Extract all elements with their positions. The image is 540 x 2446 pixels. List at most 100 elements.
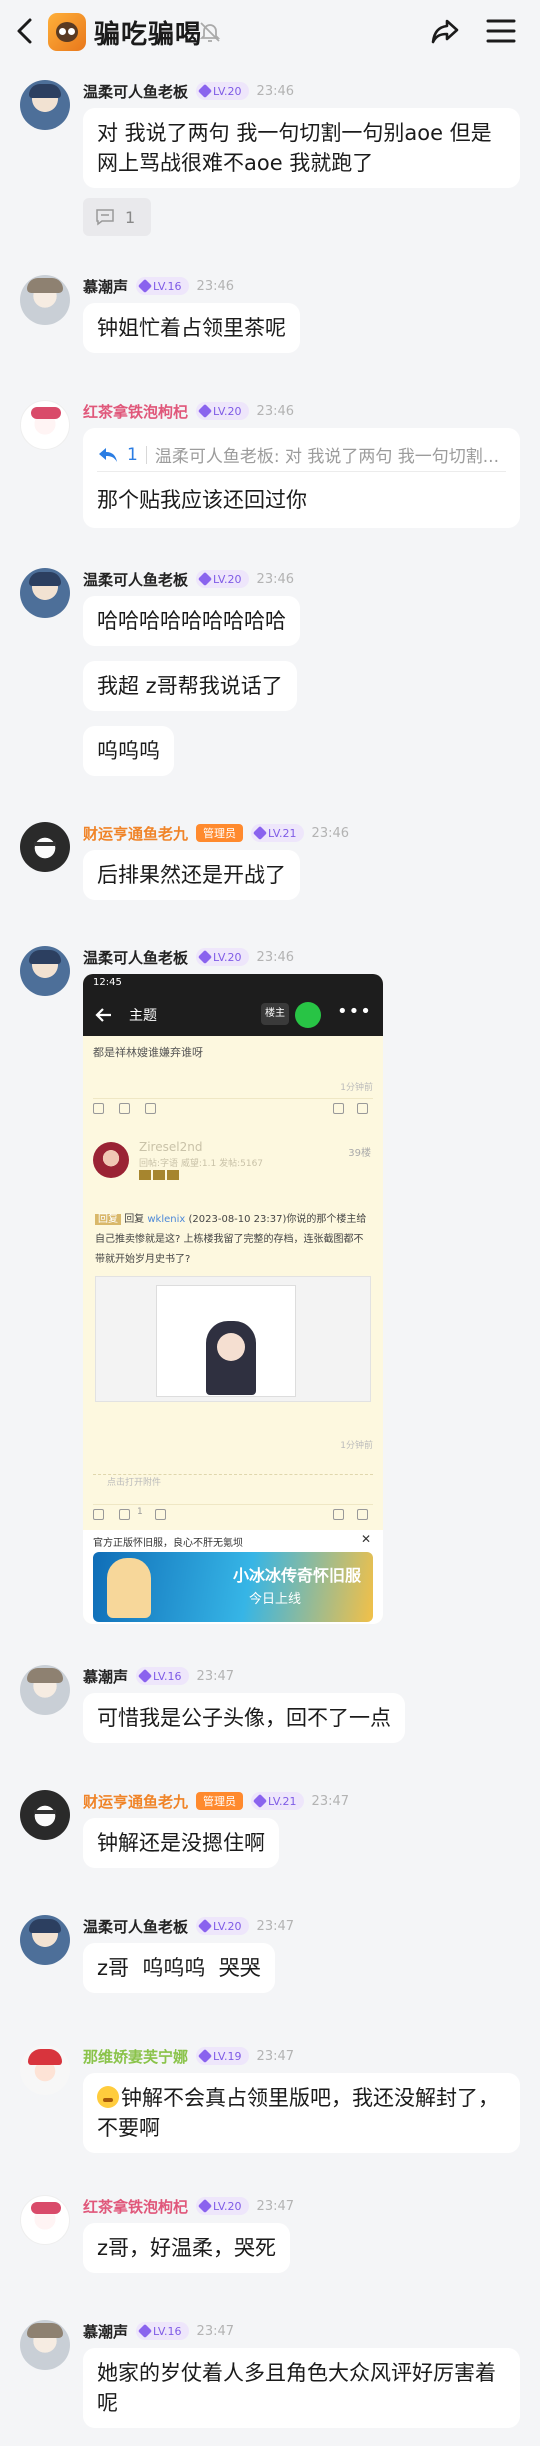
chat-title: 骗吃骗喝 bbox=[94, 20, 203, 50]
post-action-row bbox=[93, 1098, 373, 1114]
username[interactable]: 慕潮声 bbox=[83, 276, 128, 297]
message-bubble[interactable]: z哥 呜呜呜 哭哭 bbox=[83, 1943, 275, 1993]
avatar[interactable] bbox=[20, 822, 70, 872]
username[interactable]: 慕潮声 bbox=[83, 1666, 128, 1687]
top-bar: 骗吃骗喝 bbox=[0, 0, 540, 62]
level-badge: LV.20 bbox=[196, 402, 249, 420]
chat-message: 温柔可人鱼老板 LV.20 23:46 哈哈哈哈哈哈哈哈哈 我超 z哥帮我说话了… bbox=[0, 568, 540, 783]
ad-banner: 官方正版怀旧服，良心不肝无氪坝 ✕ 小冰冰传奇怀旧服 今日上线 bbox=[83, 1530, 383, 1624]
message-bubble[interactable]: 呜呜呜 bbox=[83, 726, 174, 776]
message-header: 财运亨通鱼老九 管理员 LV.21 23:46 bbox=[83, 822, 349, 844]
quote-reply-bubble[interactable]: 1 温柔可人鱼老板: 对 我说了两句 我一句切割... 那个贴我应该还回过你 bbox=[83, 428, 520, 528]
avatar[interactable] bbox=[20, 275, 70, 325]
timestamp: 23:46 bbox=[256, 571, 295, 587]
chat-message: 温柔可人鱼老板 LV.20 23:46 对 我说了两句 我一句切割一句别aoe … bbox=[0, 80, 540, 250]
level-badge: LV.20 bbox=[196, 1917, 249, 1935]
avatar[interactable] bbox=[20, 2195, 70, 2245]
quoted-text: 温柔可人鱼老板: 对 我说了两句 我一句切割... bbox=[154, 447, 499, 467]
chat-message: 慕潮声 LV.16 23:47 可惜我是公子头像，回不了一点 bbox=[0, 1665, 540, 1760]
username[interactable]: 红茶拿铁泡枸杞 bbox=[83, 401, 188, 422]
timestamp: 23:46 bbox=[196, 278, 235, 294]
message-bubble[interactable]: 后排果然还是开战了 bbox=[83, 850, 300, 900]
username[interactable]: 温柔可人鱼老板 bbox=[83, 81, 188, 102]
message-bubble[interactable]: 钟解还是没摁住啊 bbox=[83, 1818, 279, 1868]
username[interactable]: 财运亨通鱼老九 bbox=[83, 1791, 188, 1812]
reply-count-button[interactable]: 1 bbox=[83, 198, 151, 236]
message-header: 温柔可人鱼老板 LV.20 23:47 bbox=[83, 1915, 294, 1937]
wechat-icon bbox=[295, 1002, 321, 1028]
image-attachment[interactable]: 12:45 主题 楼主 ••• 都是祥林嫂谁嫌弃谁呀 1分钟前 Ziresel2… bbox=[83, 974, 383, 1624]
message-header: 慕潮声 LV.16 23:46 bbox=[83, 275, 234, 297]
username[interactable]: 慕潮声 bbox=[83, 2321, 128, 2342]
avatar[interactable] bbox=[20, 568, 70, 618]
chat-message: 慕潮声 LV.16 23:46 钟姐忙着占领里茶呢 bbox=[0, 275, 540, 370]
message-bubble[interactable]: 钟姐忙着占领里茶呢 bbox=[83, 303, 300, 353]
avatar[interactable] bbox=[20, 1790, 70, 1840]
username[interactable]: 那维娇妻芙宁娜 bbox=[83, 2046, 188, 2067]
chat-message: 慕潮声 LV.16 23:47 她家的岁仗着人多且角色大众风评好厉害着呢 bbox=[0, 2320, 540, 2446]
message-bubble[interactable]: 她家的岁仗着人多且角色大众风评好厉害着呢 bbox=[83, 2348, 520, 2428]
level-badge: LV.20 bbox=[196, 82, 249, 100]
level-badge: LV.19 bbox=[196, 2047, 249, 2065]
timestamp: 23:47 bbox=[256, 2048, 295, 2064]
timestamp: 23:47 bbox=[256, 1918, 295, 1934]
avatar[interactable] bbox=[20, 2045, 70, 2095]
message-bubble[interactable]: 可惜我是公子头像，回不了一点 bbox=[83, 1693, 405, 1743]
quoted-message[interactable]: 1 温柔可人鱼老板: 对 我说了两句 我一句切割... bbox=[97, 438, 506, 472]
avatar[interactable] bbox=[20, 400, 70, 450]
comment-icon bbox=[96, 209, 114, 226]
menu-icon[interactable] bbox=[484, 16, 518, 46]
message-bubble[interactable]: 对 我说了两句 我一句切割一句别aoe 但是网上骂战很难不aoe 我就跑了 bbox=[83, 108, 520, 188]
chat-message: 红茶拿铁泡枸杞 LV.20 23:47 z哥，好温柔，哭死 bbox=[0, 2195, 540, 2290]
level-badge: LV.20 bbox=[196, 948, 249, 966]
avatar[interactable] bbox=[20, 2320, 70, 2370]
username[interactable]: 财运亨通鱼老九 bbox=[83, 823, 188, 844]
avatar[interactable] bbox=[20, 80, 70, 130]
diamond-icon bbox=[197, 2048, 213, 2064]
message-bubble[interactable]: 哈哈哈哈哈哈哈哈哈 bbox=[83, 596, 300, 646]
diamond-icon bbox=[252, 1793, 268, 1809]
message-header: 财运亨通鱼老九 管理员 LV.21 23:47 bbox=[83, 1790, 349, 1812]
admin-badge: 管理员 bbox=[196, 824, 244, 842]
message-bubble[interactable]: 钟解不会真占领里版吧，我还没解封了，不要啊 bbox=[83, 2073, 520, 2153]
sad-face-emoji-icon bbox=[97, 2086, 119, 2108]
diamond-icon bbox=[197, 403, 213, 419]
level-badge: LV.20 bbox=[196, 2197, 249, 2215]
back-icon[interactable] bbox=[10, 14, 40, 48]
chat-message: 那维娇妻芙宁娜 LV.19 23:47 钟解不会真占领里版吧，我还没解封了，不要… bbox=[0, 2045, 540, 2175]
username[interactable]: 温柔可人鱼老板 bbox=[83, 947, 188, 968]
level-badge: LV.21 bbox=[251, 824, 304, 842]
timestamp: 23:47 bbox=[196, 2323, 235, 2339]
username[interactable]: 温柔可人鱼老板 bbox=[83, 569, 188, 590]
reply-text: 回复 回复 wklenix (2023-08-10 23:37)你说的那个楼主给… bbox=[95, 1214, 367, 1265]
timestamp: 23:46 bbox=[256, 83, 295, 99]
back-arrow-icon bbox=[95, 1008, 111, 1022]
level-badge: LV.16 bbox=[136, 2322, 189, 2340]
reply-icon bbox=[99, 447, 117, 462]
diamond-icon bbox=[197, 1918, 213, 1934]
message-bubble[interactable]: z哥，好温柔，哭死 bbox=[83, 2223, 291, 2273]
post-action-row: 1 bbox=[93, 1504, 373, 1520]
chat-message: 财运亨通鱼老九 管理员 LV.21 23:46 后排果然还是开战了 bbox=[0, 822, 540, 917]
message-bubble[interactable]: 我超 z哥帮我说话了 bbox=[83, 661, 297, 711]
avatar[interactable] bbox=[20, 946, 70, 996]
mute-icon bbox=[199, 22, 221, 42]
timestamp: 23:47 bbox=[256, 2198, 295, 2214]
username[interactable]: 红茶拿铁泡枸杞 bbox=[83, 2196, 188, 2217]
message-header: 红茶拿铁泡枸杞 LV.20 23:47 bbox=[83, 2195, 294, 2217]
share-icon[interactable] bbox=[428, 14, 462, 48]
message-header: 慕潮声 LV.16 23:47 bbox=[83, 2320, 234, 2342]
username[interactable]: 温柔可人鱼老板 bbox=[83, 1916, 188, 1937]
admin-badge: 管理员 bbox=[196, 1792, 244, 1810]
chat-message: 温柔可人鱼老板 LV.20 23:47 z哥 呜呜呜 哭哭 bbox=[0, 1915, 540, 2010]
avatar[interactable] bbox=[20, 1915, 70, 1965]
message-header: 红茶拿铁泡枸杞 LV.20 23:46 bbox=[83, 400, 294, 422]
avatar[interactable] bbox=[20, 1665, 70, 1715]
diamond-icon bbox=[197, 2198, 213, 2214]
level-badge: LV.16 bbox=[136, 1667, 189, 1685]
reply-avatar bbox=[93, 1142, 129, 1178]
message-header: 温柔可人鱼老板 LV.20 23:46 bbox=[83, 80, 294, 102]
message-header: 慕潮声 LV.16 23:47 bbox=[83, 1665, 234, 1687]
group-avatar-icon bbox=[48, 13, 86, 51]
status-bar: 12:45 bbox=[83, 974, 383, 994]
